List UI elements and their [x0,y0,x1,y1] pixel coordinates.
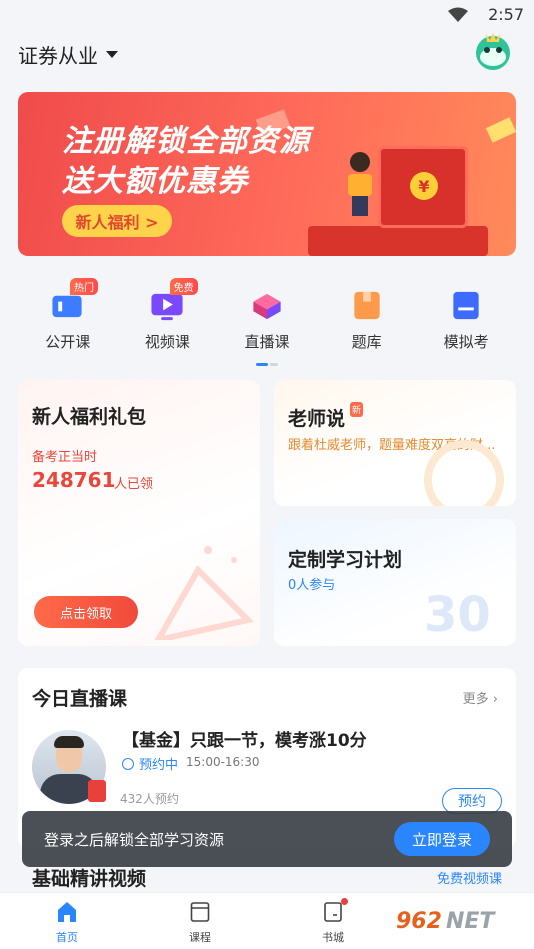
status-label: 预约中 [139,758,179,773]
page-indicator [270,363,278,366]
live-course-title[interactable]: 【基金】只跟一节，模考涨10分 [122,726,367,751]
section-title: 今日直播课 [32,688,128,710]
nav-item-question-bank[interactable]: 题库 [317,282,417,352]
banner-line2: 送大额优惠券 [62,164,248,199]
clock-icon [122,757,134,770]
status-bar: 2:57 [0,0,534,30]
tab-bookstore[interactable]: 书城 [298,898,368,945]
mascot-avatar-icon[interactable] [472,30,514,72]
calendar-icon: 30 [424,587,491,643]
badge-hot: 热门 [70,278,98,295]
live-time: 15:00-16:30 [186,755,260,769]
tab-label: 课程 [189,931,211,944]
gift-count-suffix: 人已领 [114,477,154,492]
person-illustration [348,152,372,216]
new-badge: 新 [350,402,364,417]
more-label: 更多 [462,692,489,707]
nav-item-live-course[interactable]: 直播课 [217,282,317,352]
chevron-right-icon: › [492,692,498,707]
watermark-brand-a: 962 [396,908,442,934]
question-bank-icon [353,291,380,320]
new-user-gift-card[interactable]: 新人福利礼包 备考正当时 248761 人已领 点击领取 [18,380,260,646]
nav-item-open-course[interactable]: 热门 公开课 [18,278,118,352]
nav-item-mock-exam[interactable]: 模拟考 [416,282,516,352]
watermark-brand-b: NET [445,908,495,934]
bookstore-icon [324,902,342,922]
mock-exam-icon [453,291,479,320]
page-indicator-active [256,363,268,366]
tab-label: 书城 [322,931,344,944]
nav-label: 直播课 [244,333,290,351]
gift-count: 248761 [32,468,116,492]
subject-selector[interactable]: 证券从业 [18,40,118,69]
plan-subtitle: 0人参与 [288,578,336,593]
new-user-benefit-button[interactable]: 新人福利 > [62,205,172,237]
bookstore-icon-wrap [323,898,348,923]
plan-title: 定制学习计划 [288,549,403,571]
ticket-decor [485,117,516,143]
home-icon [58,902,76,922]
caret-down-icon [106,51,118,58]
nav-label: 视频课 [144,333,190,351]
banner-line1: 注册解锁全部资源 [62,124,310,159]
promo-banner[interactable]: 注册解锁全部资源 送大额优惠券 新人福利 > ¥ [18,92,516,256]
nav-label: 题库 [351,333,382,351]
coin-icon: ¥ [410,172,438,200]
gift-title: 新人福利礼包 [32,406,147,428]
booked-count: 432人预约 [120,792,179,806]
nav-label: 公开课 [45,333,91,351]
notification-dot [341,898,348,905]
course-icon [190,902,210,922]
free-video-link[interactable]: 免费视频课 [437,868,502,887]
gift-subtitle: 备考正当时 [32,450,98,465]
study-plan-card[interactable]: 定制学习计划 0人参与 30 [274,519,516,646]
section-title: 基础精讲视频 [32,868,147,890]
live-course-icon [253,293,281,320]
banner-platform [308,226,488,256]
subject-label: 证券从业 [18,44,98,68]
more-link[interactable]: 更多 › [463,688,498,707]
watermark-logo: 962 NET [396,896,530,946]
status-time: 2:57 [488,5,524,24]
live-status: 预约中 [122,754,178,773]
tab-course[interactable]: 课程 [165,901,235,945]
login-toast: 登录之后解锁全部学习资源 立即登录 [22,811,512,867]
tab-label: 首页 [56,931,78,944]
toast-message: 登录之后解锁全部学习资源 [44,831,225,849]
badge-free: 免费 [169,278,198,295]
teacher-title: 老师说 [288,408,346,430]
nav-grid: 热门 公开课 免费 视频课 直播课 题库 模拟考 [18,278,516,352]
claim-gift-button[interactable]: 点击领取 [34,596,138,628]
teacher-says-card[interactable]: 老师说 新 跟着杜威老师，题量难度双高的财... [274,380,516,506]
nav-label: 模拟考 [443,333,489,351]
wifi-icon [448,7,468,22]
login-button[interactable]: 立即登录 [394,822,490,856]
nav-item-video-course[interactable]: 免费 视频课 [118,278,218,352]
red-packet-icon [88,780,106,802]
header: 证券从业 [0,32,534,72]
tab-home[interactable]: 首页 [32,901,102,945]
party-popper-icon [154,546,254,640]
